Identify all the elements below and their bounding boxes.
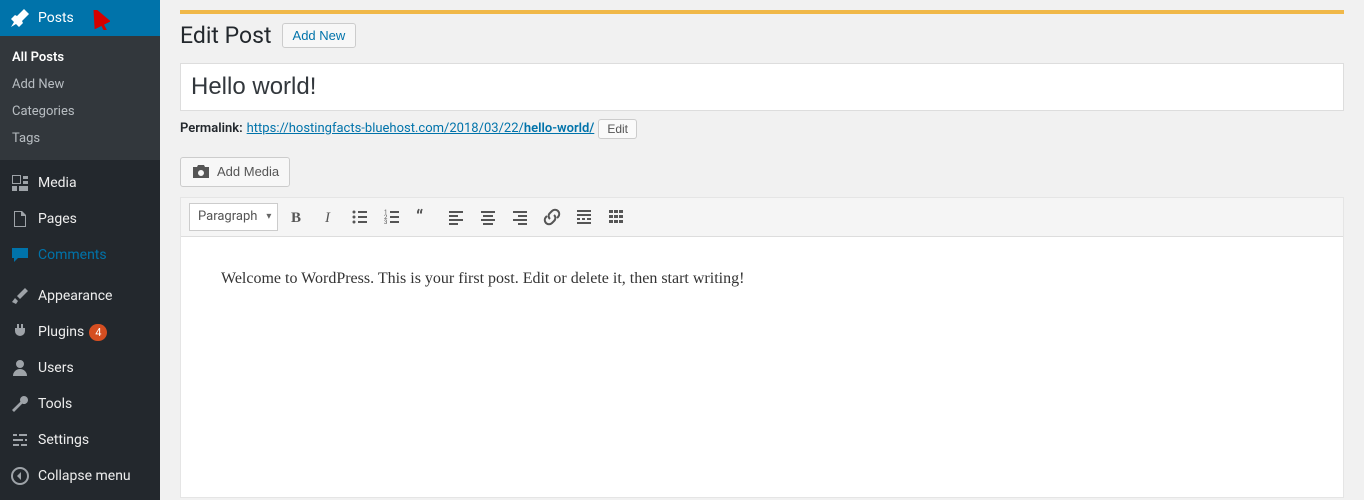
- sidebar-item-settings[interactable]: Settings: [0, 422, 160, 458]
- svg-text:3: 3: [384, 219, 387, 226]
- italic-button[interactable]: I: [314, 203, 342, 231]
- format-select[interactable]: Paragraph: [189, 203, 278, 231]
- sidebar-item-comments[interactable]: Comments: [0, 237, 160, 273]
- align-right-button[interactable]: [506, 203, 534, 231]
- bold-button[interactable]: B: [282, 203, 310, 231]
- submenu-tags[interactable]: Tags: [0, 125, 160, 152]
- user-icon: [10, 358, 30, 378]
- sidebar-item-label: Appearance: [38, 288, 112, 304]
- permalink-row: Permalink: https://hostingfacts-bluehost…: [180, 119, 1344, 139]
- brush-icon: [10, 286, 30, 306]
- sidebar-item-label: Tools: [38, 396, 72, 412]
- permalink-link[interactable]: https://hostingfacts-bluehost.com/2018/0…: [247, 121, 595, 136]
- svg-text:I: I: [324, 210, 331, 226]
- permalink-label: Permalink:: [180, 121, 243, 136]
- submenu-add-new[interactable]: Add New: [0, 71, 160, 98]
- blockquote-button[interactable]: “: [410, 203, 438, 231]
- sidebar-item-label: Users: [38, 360, 74, 376]
- align-left-button[interactable]: [442, 203, 470, 231]
- read-more-button[interactable]: [570, 203, 598, 231]
- pushpin-icon: [10, 8, 30, 28]
- editor: Paragraph B I 123 “ Welcome to WordPress…: [180, 197, 1344, 498]
- posts-submenu: All Posts Add New Categories Tags: [0, 36, 160, 160]
- bullet-list-button[interactable]: [346, 203, 374, 231]
- camera-music-icon: [191, 162, 211, 182]
- update-badge: 4: [89, 324, 107, 341]
- comment-icon: [10, 245, 30, 265]
- collapse-icon: [10, 466, 30, 486]
- sidebar-item-pages[interactable]: Pages: [0, 201, 160, 237]
- link-button[interactable]: [538, 203, 566, 231]
- sidebar-item-plugins[interactable]: Plugins 4: [0, 314, 160, 350]
- svg-text:B: B: [291, 210, 301, 226]
- add-media-button[interactable]: Add Media: [180, 157, 290, 187]
- submenu-categories[interactable]: Categories: [0, 98, 160, 125]
- post-title-input[interactable]: [180, 63, 1344, 111]
- submenu-all-posts[interactable]: All Posts: [0, 44, 160, 71]
- edit-permalink-button[interactable]: Edit: [598, 119, 637, 139]
- sidebar-item-label: Posts: [38, 10, 74, 26]
- add-new-button[interactable]: Add New: [282, 23, 357, 48]
- admin-sidebar: Posts All Posts Add New Categories Tags …: [0, 0, 160, 500]
- page-icon: [10, 209, 30, 229]
- sidebar-item-label: Plugins: [38, 324, 84, 340]
- sidebar-item-label: Pages: [38, 211, 77, 227]
- wrench-icon: [10, 394, 30, 414]
- sidebar-item-label: Media: [38, 175, 77, 191]
- sidebar-collapse[interactable]: Collapse menu: [0, 458, 160, 494]
- sidebar-item-media[interactable]: Media: [0, 165, 160, 201]
- permalink-slug: hello-world/: [524, 121, 594, 136]
- plug-icon: [10, 322, 30, 342]
- content-area: Edit Post Add New Permalink: https://hos…: [160, 0, 1364, 500]
- sidebar-item-posts[interactable]: Posts: [0, 0, 160, 36]
- media-icon: [10, 173, 30, 193]
- sidebar-item-label: Collapse menu: [38, 468, 131, 484]
- sidebar-item-tools[interactable]: Tools: [0, 386, 160, 422]
- numbered-list-button[interactable]: 123: [378, 203, 406, 231]
- page-title: Edit Post: [180, 22, 272, 49]
- sidebar-item-appearance[interactable]: Appearance: [0, 278, 160, 314]
- sidebar-item-label: Settings: [38, 432, 89, 448]
- sliders-icon: [10, 430, 30, 450]
- editor-body[interactable]: Welcome to WordPress. This is your first…: [181, 237, 1081, 497]
- toolbar-toggle-button[interactable]: [602, 203, 630, 231]
- notice-bar: [180, 10, 1344, 14]
- sidebar-item-users[interactable]: Users: [0, 350, 160, 386]
- svg-text:“: “: [416, 207, 423, 227]
- editor-toolbar: Paragraph B I 123 “: [181, 198, 1343, 237]
- sidebar-item-label: Comments: [38, 247, 107, 263]
- align-center-button[interactable]: [474, 203, 502, 231]
